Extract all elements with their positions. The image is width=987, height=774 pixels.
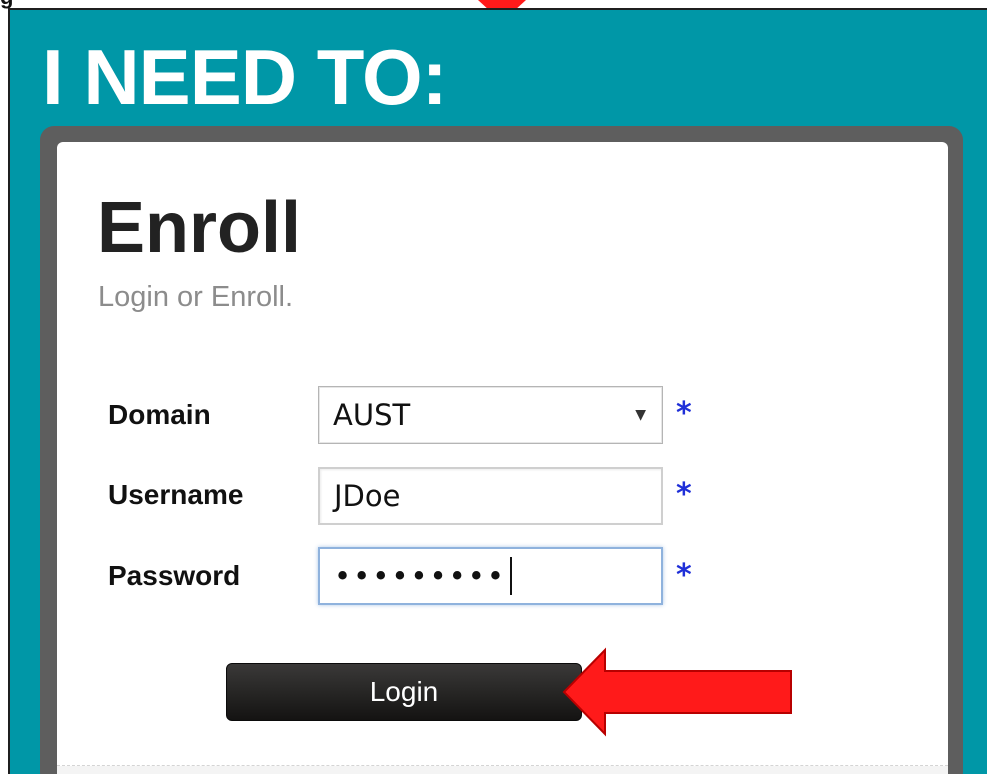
panel-title: I NEED TO: [42,33,448,121]
red-left-arrow-icon [562,647,792,737]
chevron-down-icon: ▼ [635,407,646,423]
card-footer-strip [57,766,948,774]
username-input[interactable]: JDoe [318,467,663,525]
username-label: Username [108,479,244,510]
domain-select[interactable]: AUST ▼ [318,386,663,444]
login-button[interactable]: Login [226,663,582,721]
card-subheading: Login or Enroll. [98,281,294,313]
text-cursor [509,557,512,595]
screenshot-stage: g I NEED TO: Enroll Login or Enroll. Dom… [0,0,987,774]
enroll-card: Enroll Login or Enroll. Domain AUST ▼ * … [57,142,948,774]
password-required-icon: * [676,558,692,593]
domain-required-icon: * [676,396,692,431]
password-label: Password [108,560,241,591]
password-masked-value: ••••••••• [334,559,506,593]
card-heading: Enroll [97,188,302,268]
domain-select-value: AUST [333,398,411,432]
username-value: JDoe [334,479,401,513]
username-required-icon: * [676,477,692,512]
password-input[interactable]: ••••••••• [318,547,663,605]
domain-label: Domain [108,399,211,430]
